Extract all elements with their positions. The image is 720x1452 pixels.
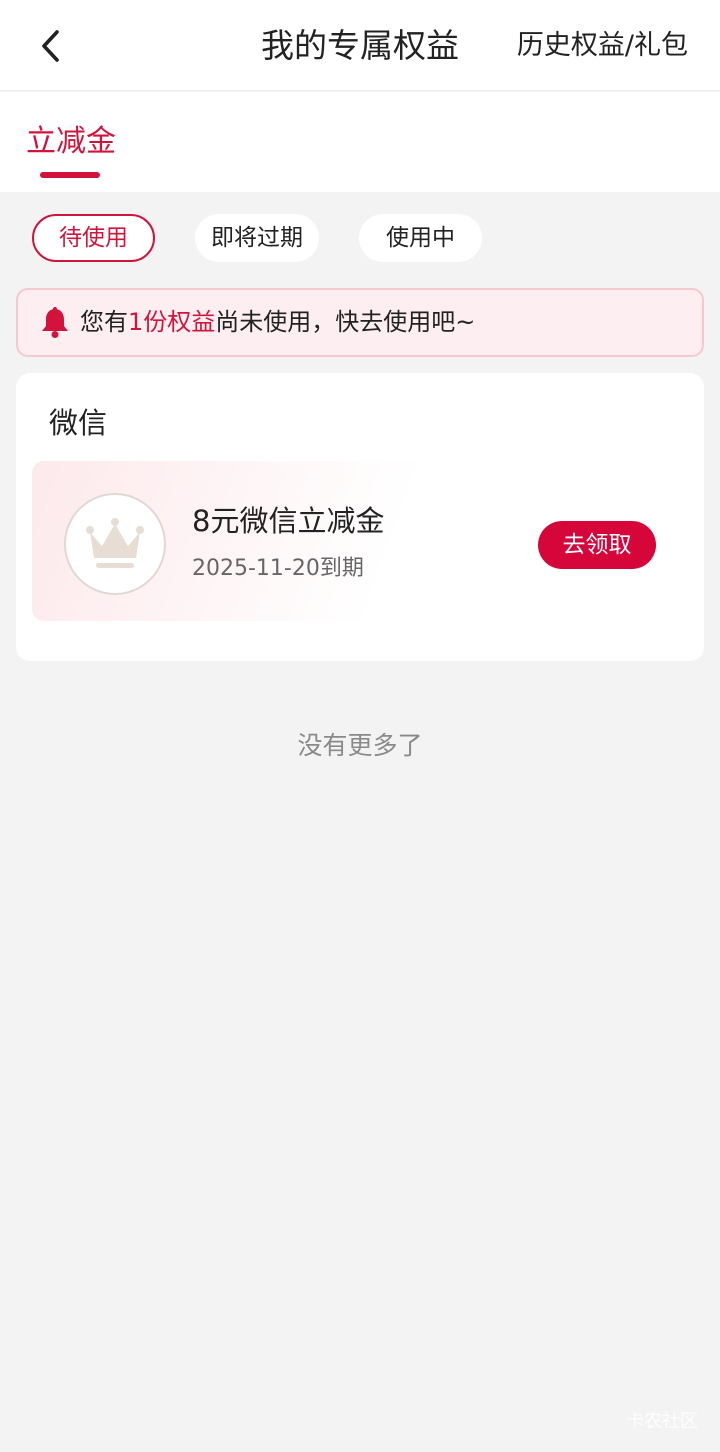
coupon-badge [64,493,166,595]
claim-button[interactable]: 去领取 [538,521,656,569]
filter-in-use[interactable]: 使用中 [359,214,482,262]
status-filter-row: 待使用 即将过期 使用中 [0,214,720,262]
tab-instant-discount[interactable]: 立减金 [26,122,116,162]
coupon-expiry-date: 2025-11-20到期 [192,556,364,581]
notice-suffix: 尚未使用，快去使用吧~ [215,308,476,336]
group-heading: 微信 [49,406,108,440]
end-of-list-text: 没有更多了 [297,731,423,760]
benefit-group-card: 微信 8元微信立减金 2025-11-20到期 去领取 [16,373,704,661]
filter-expiring-soon[interactable]: 即将过期 [195,214,319,262]
history-benefits-link[interactable]: 历史权益/礼包 [517,26,688,66]
category-tabs: 立减金 [0,92,720,192]
tab-active-indicator [40,172,100,178]
notice-highlight: 1份权益 [128,308,216,336]
watermark: 卡农社区 [626,1411,698,1432]
top-bar: 我的专属权益 历史权益/礼包 [0,0,720,91]
filter-pending-use[interactable]: 待使用 [32,214,155,262]
crown-icon [86,518,144,568]
coupon-item: 8元微信立减金 2025-11-20到期 去领取 [32,461,688,621]
unused-benefit-notice: 您有1份权益尚未使用，快去使用吧~ [16,288,704,357]
notice-text: 您有1份权益尚未使用，快去使用吧~ [80,290,475,355]
coupon-title: 8元微信立减金 [192,504,385,538]
notice-prefix: 您有 [80,308,128,336]
bell-icon [42,307,68,338]
